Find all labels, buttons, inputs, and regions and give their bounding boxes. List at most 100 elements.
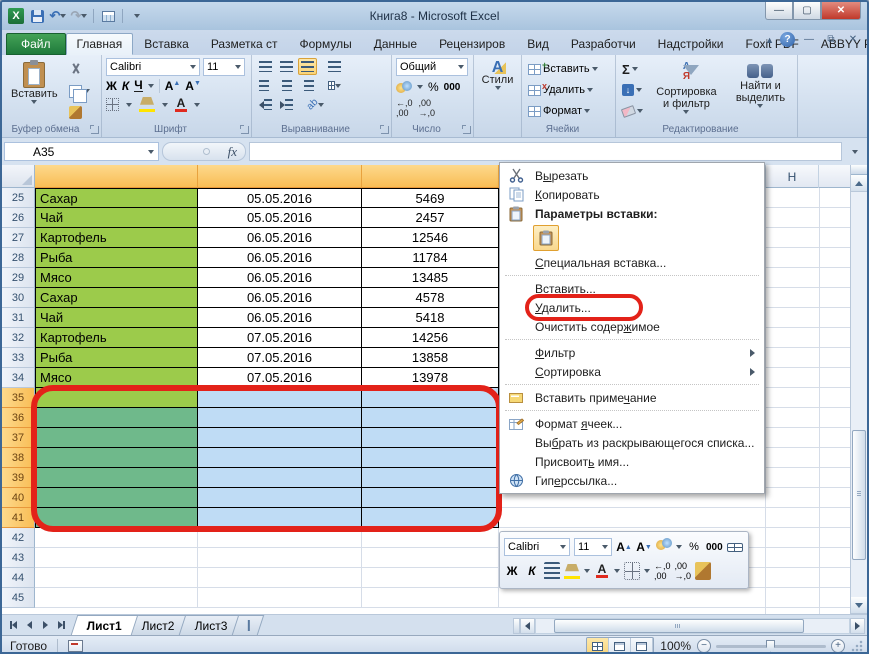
cell-a37[interactable] bbox=[35, 428, 198, 448]
horizontal-scroll-thumb[interactable] bbox=[554, 619, 804, 633]
zoom-out-button[interactable]: − bbox=[697, 639, 711, 653]
column-header-h[interactable]: H bbox=[765, 165, 819, 188]
cell-c42[interactable] bbox=[362, 528, 499, 548]
tab-данные[interactable]: Данные bbox=[363, 33, 428, 55]
cell-b39[interactable] bbox=[198, 468, 362, 488]
menu-item-гиперссылка[interactable]: Гиперссылка... bbox=[501, 471, 763, 490]
tab-разработчи[interactable]: Разработчи bbox=[560, 33, 647, 55]
tab-разметка-ст[interactable]: Разметка ст bbox=[200, 33, 289, 55]
redo-button[interactable]: ↷ bbox=[70, 7, 88, 25]
menu-item-копировать[interactable]: Копировать bbox=[501, 185, 763, 204]
resize-grip[interactable] bbox=[851, 640, 863, 652]
menu-item-выбрать-из-раскрывающегося-списка[interactable]: Выбрать из раскрывающегося списка... bbox=[501, 433, 763, 452]
cell-a44[interactable] bbox=[35, 568, 198, 588]
close-button[interactable]: ✕ bbox=[821, 2, 861, 20]
column-header-a[interactable] bbox=[35, 165, 198, 188]
cell-c27[interactable]: 12546 bbox=[362, 228, 499, 248]
accounting-format-button[interactable] bbox=[396, 81, 412, 94]
prev-sheet-button[interactable] bbox=[22, 618, 36, 632]
mini-grow-font-button[interactable]: А▲ bbox=[616, 538, 632, 556]
undo-button[interactable]: ↶ bbox=[49, 7, 67, 25]
align-right-button[interactable] bbox=[298, 77, 317, 94]
cell-c44[interactable] bbox=[362, 568, 499, 588]
decrease-decimal-button[interactable]: ,00→,0 bbox=[419, 98, 436, 118]
copy-button[interactable] bbox=[67, 82, 92, 100]
cell-c43[interactable] bbox=[362, 548, 499, 568]
menu-item-удалить[interactable]: Удалить... bbox=[501, 298, 763, 317]
row-header-25[interactable]: 25 bbox=[2, 188, 35, 208]
tab-вид[interactable]: Вид bbox=[516, 33, 560, 55]
cell-b42[interactable] bbox=[198, 528, 362, 548]
wrap-text-button[interactable] bbox=[325, 58, 344, 75]
cell-c30[interactable]: 4578 bbox=[362, 288, 499, 308]
cell-b28[interactable]: 06.05.2016 bbox=[198, 248, 362, 268]
cell-b30[interactable]: 06.05.2016 bbox=[198, 288, 362, 308]
cell-a34[interactable]: Мясо bbox=[35, 368, 198, 388]
bold-button[interactable]: Ж bbox=[106, 79, 117, 93]
cell-a26[interactable]: Чай bbox=[35, 208, 198, 228]
mini-increase-decimal-button[interactable]: ←,0,00 bbox=[654, 561, 671, 581]
cell-c38[interactable] bbox=[362, 448, 499, 468]
menu-item-сортировка[interactable]: Сортировка bbox=[501, 362, 763, 381]
cell-c36[interactable] bbox=[362, 408, 499, 428]
menu-item-вырезать[interactable]: Вырезать bbox=[501, 166, 763, 185]
maximize-button[interactable]: ▢ bbox=[793, 2, 821, 20]
cut-button[interactable] bbox=[67, 61, 92, 79]
shrink-font-button[interactable]: А▼ bbox=[185, 79, 201, 93]
merge-center-button[interactable] bbox=[325, 77, 344, 94]
row-header-32[interactable]: 32 bbox=[2, 328, 35, 348]
cell-c28[interactable]: 11784 bbox=[362, 248, 499, 268]
select-all-corner[interactable] bbox=[2, 165, 35, 188]
align-top-button[interactable] bbox=[256, 58, 275, 75]
row-header-37[interactable]: 37 bbox=[2, 428, 35, 448]
zoom-in-button[interactable]: + bbox=[831, 639, 845, 653]
number-dialog-launcher[interactable] bbox=[463, 126, 471, 134]
vertical-scroll-thumb[interactable] bbox=[852, 430, 866, 560]
alignment-dialog-launcher[interactable] bbox=[381, 126, 389, 134]
zoom-thumb[interactable] bbox=[766, 640, 775, 652]
tab-надстройки[interactable]: Надстройки bbox=[647, 33, 735, 55]
underline-button[interactable]: Ч bbox=[134, 80, 142, 92]
page-break-view-button[interactable] bbox=[631, 638, 653, 654]
cell-c39[interactable] bbox=[362, 468, 499, 488]
row-header-36[interactable]: 36 bbox=[2, 408, 35, 428]
grow-font-button[interactable]: А▲ bbox=[165, 79, 181, 93]
cell-b29[interactable]: 06.05.2016 bbox=[198, 268, 362, 288]
normal-view-button[interactable] bbox=[587, 638, 609, 654]
minimize-button[interactable]: — bbox=[765, 2, 793, 20]
cell-c25[interactable]: 5469 bbox=[362, 188, 499, 208]
format-cells-button[interactable]: Формат bbox=[526, 102, 611, 120]
insert-function-button[interactable]: fx bbox=[228, 144, 237, 160]
horizontal-scrollbar[interactable] bbox=[513, 617, 865, 634]
next-sheet-button[interactable] bbox=[38, 618, 52, 632]
increase-indent-button[interactable] bbox=[277, 96, 296, 113]
cell-b35[interactable] bbox=[198, 388, 362, 408]
number-format-select[interactable]: Общий bbox=[396, 58, 468, 76]
row-header-43[interactable]: 43 bbox=[2, 548, 35, 568]
column-header-c[interactable] bbox=[362, 165, 499, 188]
align-center-button[interactable] bbox=[277, 77, 296, 94]
cell-b31[interactable]: 06.05.2016 bbox=[198, 308, 362, 328]
decrease-indent-button[interactable] bbox=[256, 96, 275, 113]
cell-b34[interactable]: 07.05.2016 bbox=[198, 368, 362, 388]
paste-option-button[interactable] bbox=[533, 225, 559, 251]
mini-italic-button[interactable]: К bbox=[524, 562, 540, 580]
scroll-left-button[interactable] bbox=[520, 618, 535, 634]
cell-a27[interactable]: Картофель bbox=[35, 228, 198, 248]
mini-align-center-button[interactable] bbox=[544, 562, 560, 580]
cell-b41[interactable] bbox=[198, 508, 362, 528]
row-header-30[interactable]: 30 bbox=[2, 288, 35, 308]
comma-style-button[interactable]: 000 bbox=[444, 82, 461, 93]
vertical-scrollbar[interactable] bbox=[850, 165, 867, 614]
cell-b32[interactable]: 07.05.2016 bbox=[198, 328, 362, 348]
scroll-right-button[interactable] bbox=[850, 618, 865, 634]
collapse-ribbon-icon[interactable]: ▲ bbox=[765, 35, 774, 45]
cell-c37[interactable] bbox=[362, 428, 499, 448]
cell-a43[interactable] bbox=[35, 548, 198, 568]
workbook-restore-icon[interactable]: ⧉ bbox=[823, 34, 839, 45]
sheet-tab-лист1[interactable]: Лист1 bbox=[71, 615, 139, 635]
cell-c35[interactable] bbox=[362, 388, 499, 408]
menu-item-вставить-примечание[interactable]: Вставить примечание bbox=[501, 388, 763, 407]
format-painter-button[interactable] bbox=[67, 103, 92, 121]
cell-c33[interactable]: 13858 bbox=[362, 348, 499, 368]
